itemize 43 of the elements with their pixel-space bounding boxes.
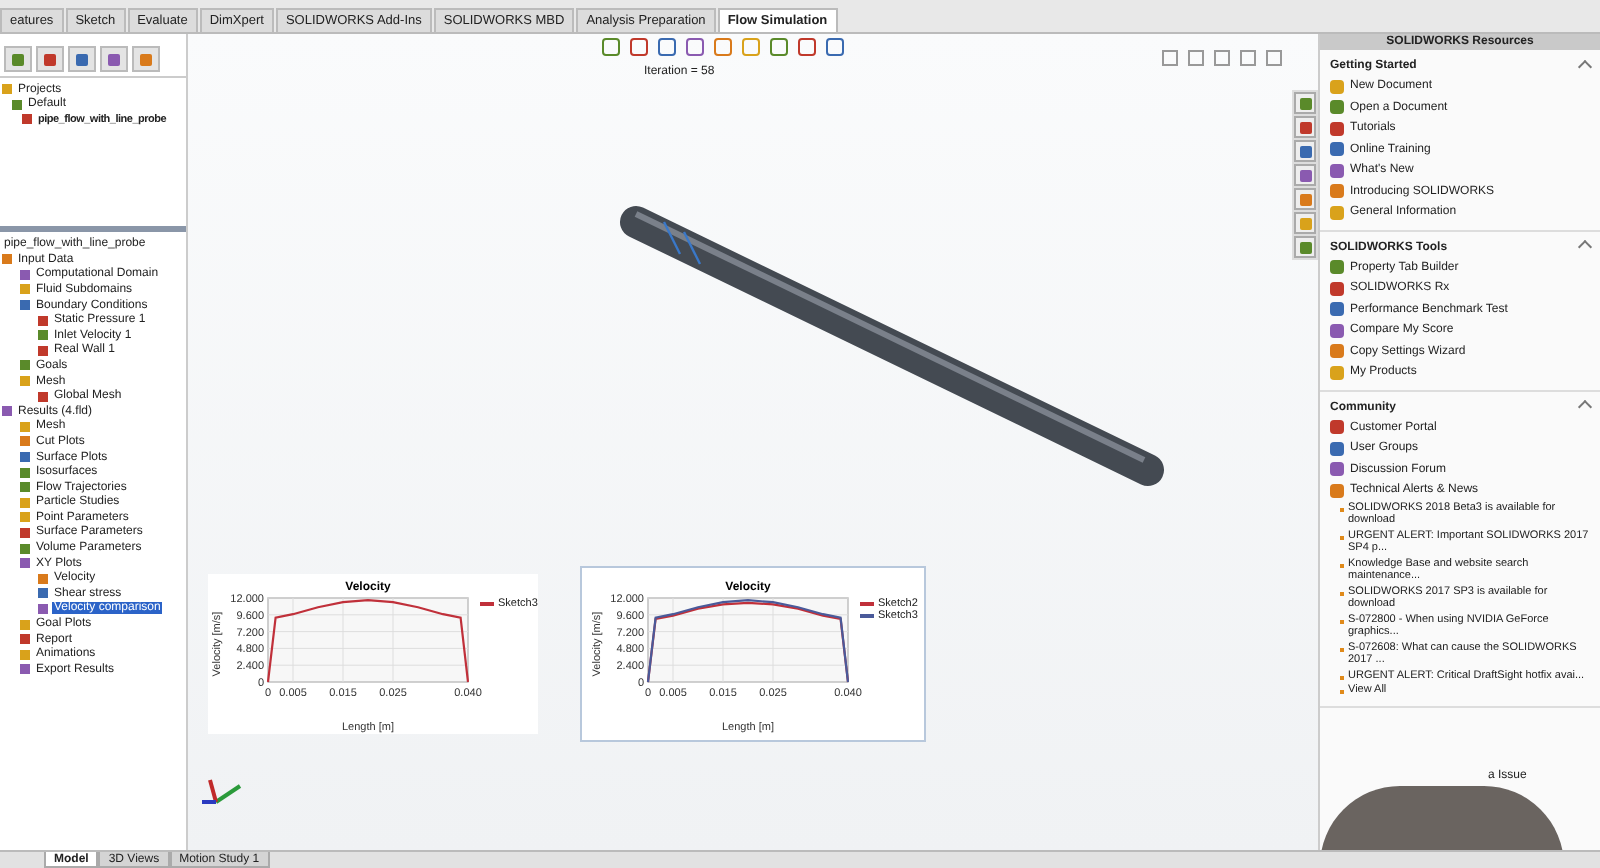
panel-tab-icon[interactable] xyxy=(132,46,160,72)
tree-node-icon xyxy=(20,421,30,432)
tree-node-icon xyxy=(2,254,12,265)
tree-node-icon xyxy=(20,452,30,463)
tree-node-icon xyxy=(20,619,30,630)
tree-node-icon xyxy=(38,573,48,584)
tree-node-icon xyxy=(20,634,30,645)
tree-node-icon xyxy=(20,269,30,280)
tree-node-icon xyxy=(20,284,30,295)
task-pane-tab-icon[interactable] xyxy=(1294,212,1316,234)
panel-tab-icon[interactable] xyxy=(4,46,32,72)
tree-node-icon xyxy=(38,330,48,341)
tree-node-icon xyxy=(38,588,48,599)
tree-node-icon xyxy=(22,114,32,125)
task-pane-tab-icon[interactable] xyxy=(1294,116,1316,138)
tree-node-icon xyxy=(20,664,30,675)
panel-tab-icon[interactable] xyxy=(36,46,64,72)
tree-node-icon xyxy=(38,345,48,356)
tree-node-icon xyxy=(20,558,30,569)
tree-node-icon xyxy=(20,300,30,311)
tree-node-icon xyxy=(20,649,30,660)
tree-node-icon xyxy=(2,406,12,417)
task-pane-tab-icon[interactable] xyxy=(1294,164,1316,186)
tree-node-icon xyxy=(20,512,30,523)
tree-node-icon xyxy=(38,315,48,326)
task-pane-tab-icon[interactable] xyxy=(1294,92,1316,114)
tree-node-icon xyxy=(20,360,30,371)
tree-node-icon xyxy=(38,603,48,614)
tree-node-icon xyxy=(20,436,30,447)
panel-tab-icon[interactable] xyxy=(100,46,128,72)
task-pane-tab-icon[interactable] xyxy=(1294,236,1316,258)
tree-node-icon xyxy=(12,99,22,110)
tree-node-icon xyxy=(2,84,12,95)
tree-node-icon xyxy=(38,391,48,402)
task-pane-tab-icon[interactable] xyxy=(1294,140,1316,162)
panel-tab-icon[interactable] xyxy=(68,46,96,72)
tree-node-icon xyxy=(20,543,30,554)
tree-node-icon xyxy=(20,376,30,387)
tree-node-icon xyxy=(20,482,30,493)
tree-node-icon xyxy=(20,527,30,538)
task-pane-tab-icon[interactable] xyxy=(1294,188,1316,210)
tree-node-icon xyxy=(20,497,30,508)
tree-node-icon xyxy=(20,467,30,478)
